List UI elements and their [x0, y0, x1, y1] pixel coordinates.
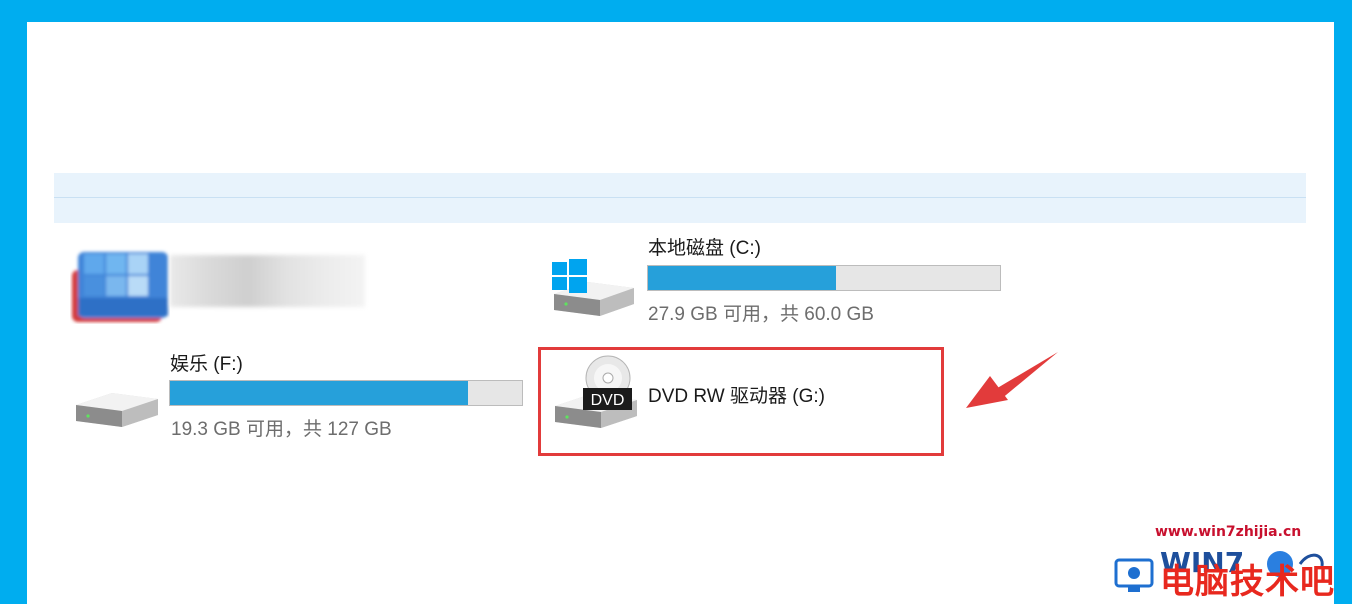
blurred-drive-label [170, 255, 365, 307]
drive-c-usage-bar [647, 265, 1001, 291]
drive-f-space: 19.3 GB 可用，共 127 GB [171, 419, 392, 440]
header-divider [54, 197, 1306, 198]
drive-c-label: 本地磁盘 (C:) [648, 238, 761, 259]
hard-drive-icon [76, 393, 158, 427]
highlight-box [538, 347, 944, 456]
windows-drive-icon [552, 259, 634, 316]
drive-f-usage-fill [170, 381, 469, 405]
watermark-text: 电脑技术吧 [1160, 562, 1335, 602]
drive-c-space: 27.9 GB 可用，共 60.0 GB [648, 304, 874, 325]
section-header [54, 173, 1306, 223]
drive-c-usage-fill [648, 266, 837, 290]
watermark-url: www.win7zhijia.cn [1155, 524, 1302, 540]
pointer-arrow-icon [966, 352, 1058, 408]
drive-f-label: 娱乐 (F:) [170, 354, 243, 375]
drive-f-usage-bar [169, 380, 523, 406]
blurred-drive-icon [72, 252, 168, 322]
